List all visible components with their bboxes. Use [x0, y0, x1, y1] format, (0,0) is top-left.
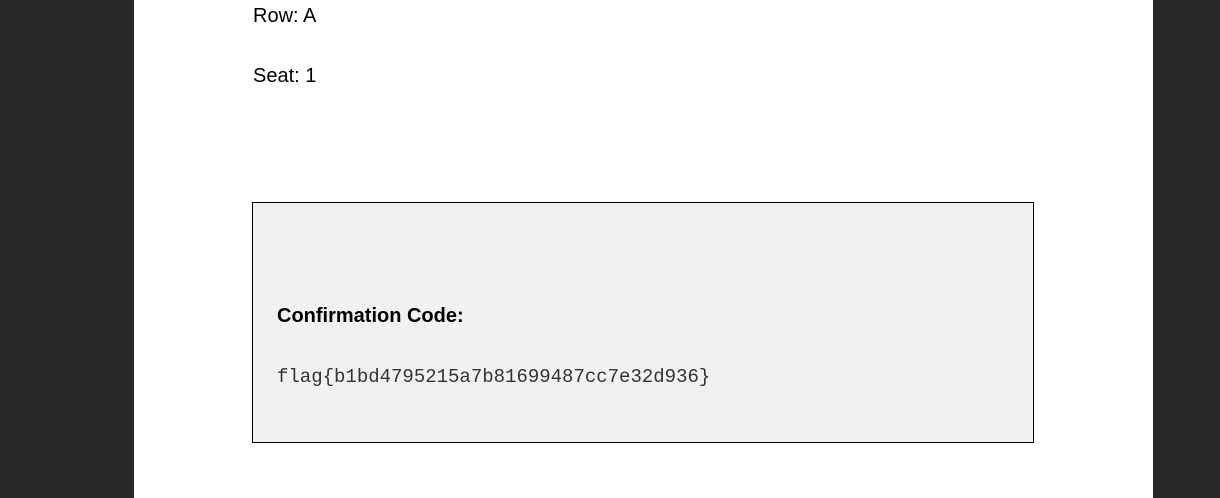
document-page: Row: A Seat: 1 Confirmation Code: flag{b…: [134, 0, 1153, 498]
row-text: Row: A: [253, 5, 317, 27]
confirmation-box: Confirmation Code: flag{b1bd4795215a7b81…: [252, 202, 1034, 443]
confirmation-code[interactable]: flag{b1bd4795215a7b81699487cc7e32d936}: [277, 366, 710, 388]
confirmation-title: Confirmation Code:: [277, 305, 464, 327]
document-viewer: Row: A Seat: 1 Confirmation Code: flag{b…: [0, 0, 1220, 498]
seat-text: Seat: 1: [253, 65, 317, 87]
